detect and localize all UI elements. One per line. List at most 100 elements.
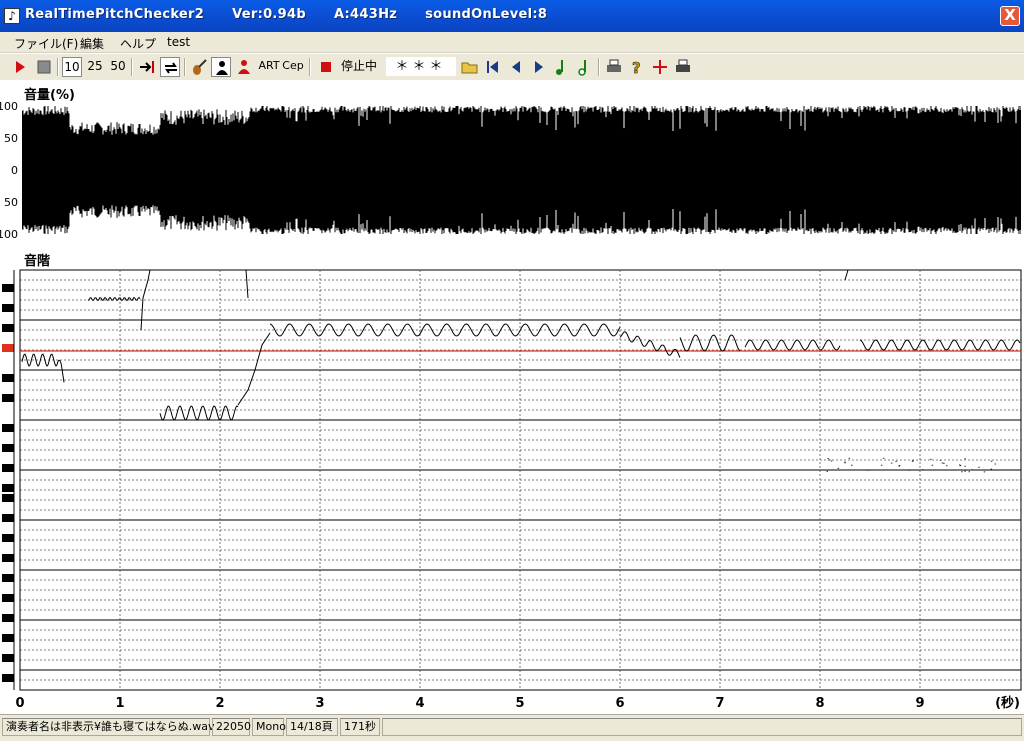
singer-red-button[interactable] bbox=[234, 57, 254, 77]
note-green-button[interactable] bbox=[552, 57, 572, 77]
active-piano-key bbox=[2, 344, 14, 352]
time-tick-label: 2 bbox=[215, 696, 224, 711]
folder-open-icon bbox=[461, 62, 478, 74]
loop-icon bbox=[165, 62, 177, 74]
app-icon: ♪ bbox=[4, 8, 20, 24]
piano-key bbox=[2, 614, 14, 622]
volume-tick-label: 50 bbox=[4, 132, 18, 145]
print-button[interactable] bbox=[604, 57, 624, 77]
title-a-frequency: A:443Hz bbox=[333, 7, 398, 22]
close-button[interactable]: X bbox=[1000, 6, 1020, 26]
piano-key bbox=[2, 534, 14, 542]
person-red-icon bbox=[238, 60, 250, 74]
jump-end-button[interactable] bbox=[137, 57, 157, 77]
music-note-icon bbox=[556, 60, 563, 75]
speed-50-button[interactable]: 50 bbox=[108, 57, 128, 77]
triangle-right-icon bbox=[535, 61, 543, 73]
music-note-outline-icon bbox=[578, 60, 586, 76]
violin-icon bbox=[193, 59, 207, 75]
piano-key bbox=[2, 424, 14, 432]
time-tick-label: 3 bbox=[315, 696, 324, 711]
loop-button[interactable] bbox=[160, 57, 180, 77]
help-button[interactable]: ? bbox=[627, 57, 647, 78]
time-tick-label: 8 bbox=[815, 696, 824, 711]
red-marker-icon bbox=[653, 60, 667, 74]
piano-key bbox=[2, 484, 14, 492]
play-icon bbox=[16, 61, 25, 73]
open-button[interactable] bbox=[460, 57, 480, 77]
title-app-name: RealTimePitchChecker2 bbox=[25, 7, 205, 22]
piano-key bbox=[2, 464, 14, 472]
piano-key bbox=[2, 494, 14, 502]
menu-bar: ファイル(F) 編集 ヘルプ test bbox=[0, 32, 1024, 52]
menu-test[interactable]: test bbox=[167, 35, 190, 49]
status-display: ＊＊＊ bbox=[386, 57, 456, 76]
marker-button[interactable] bbox=[650, 57, 670, 77]
graph-area: 音量(%) 音階 100 50 0 50 100 0 1 2 3 4 5 6 7 8 9 (秒) bbox=[0, 80, 1024, 714]
piano-key bbox=[2, 284, 14, 292]
piano-key bbox=[2, 514, 14, 522]
title-version: Ver:0.94b bbox=[232, 7, 306, 22]
piano-key bbox=[2, 554, 14, 562]
volume-waveform bbox=[22, 106, 1021, 234]
piano-key bbox=[2, 674, 14, 682]
stop-icon bbox=[37, 60, 51, 74]
stop-button[interactable] bbox=[34, 57, 54, 77]
volume-tick-label: 100 bbox=[0, 100, 18, 113]
printer-icon bbox=[676, 59, 690, 72]
printer-icon bbox=[607, 59, 621, 72]
time-tick-label: 7 bbox=[715, 696, 724, 711]
status-rate: 22050 bbox=[212, 718, 251, 736]
piano-key bbox=[2, 594, 14, 602]
art-button[interactable]: ART bbox=[258, 57, 280, 77]
status-duration: 171秒 bbox=[340, 718, 380, 736]
triangle-left-icon bbox=[512, 61, 520, 73]
svg-text:?: ? bbox=[632, 59, 641, 77]
time-axis-unit: (秒) bbox=[995, 695, 1020, 711]
toolbar: 10 25 50 ART Cep 停止中 ＊＊＊ ? bbox=[0, 53, 1024, 81]
speed-25-button[interactable]: 25 bbox=[85, 57, 105, 77]
piano-key bbox=[2, 394, 14, 402]
status-page: 14/18頁 bbox=[286, 718, 338, 736]
piano-key bbox=[2, 374, 14, 382]
status-channels: Mono bbox=[252, 718, 286, 736]
prev-page-button[interactable] bbox=[506, 57, 526, 77]
menu-file[interactable]: ファイル(F) bbox=[14, 35, 78, 52]
volume-tick-label: 50 bbox=[4, 196, 18, 209]
record-indicator[interactable] bbox=[316, 57, 336, 77]
piano-key bbox=[2, 324, 14, 332]
window-title: RealTimePitchChecker2 Ver:0.94b A:443Hz sou… bbox=[25, 7, 575, 22]
cep-button[interactable]: Cep bbox=[282, 57, 304, 77]
speed-10-button[interactable]: 10 bbox=[62, 57, 82, 77]
time-tick-label: 1 bbox=[115, 696, 124, 711]
piano-key bbox=[2, 444, 14, 452]
title-sound-level: soundOnLevel:8 bbox=[425, 7, 548, 22]
singer-button[interactable] bbox=[211, 57, 231, 77]
state-label: 停止中 bbox=[340, 59, 377, 73]
time-tick-label: 0 bbox=[15, 696, 24, 711]
piano-key bbox=[2, 654, 14, 662]
graph-canvas[interactable]: 100 50 0 50 100 0 1 2 3 4 5 6 7 8 9 (秒) bbox=[0, 80, 1024, 714]
time-tick-label: 6 bbox=[615, 696, 624, 711]
skip-back-icon bbox=[487, 61, 498, 73]
menu-edit[interactable]: 編集 bbox=[80, 35, 104, 52]
title-bar: ♪ RealTimePitchChecker2 Ver:0.94b A:443Hz s… bbox=[0, 0, 1024, 32]
piano-key bbox=[2, 574, 14, 582]
time-tick-label: 9 bbox=[915, 696, 924, 711]
volume-tick-label: 0 bbox=[11, 164, 18, 177]
first-page-button[interactable] bbox=[483, 57, 503, 77]
next-page-button[interactable] bbox=[529, 57, 549, 77]
violin-button[interactable] bbox=[189, 57, 209, 77]
red-square-icon bbox=[321, 62, 331, 72]
play-button[interactable] bbox=[10, 57, 30, 77]
piano-key bbox=[2, 304, 14, 312]
piano-key bbox=[2, 634, 14, 642]
volume-tick-label: 100 bbox=[0, 228, 18, 241]
question-mark-icon: ? bbox=[632, 59, 641, 78]
menu-help[interactable]: ヘルプ bbox=[120, 35, 156, 52]
status-file: 演奏者名は非表示¥誰も寝てはならぬ.wav bbox=[2, 718, 215, 736]
status-empty bbox=[382, 718, 1022, 736]
note-outline-button[interactable] bbox=[575, 57, 595, 77]
print-setup-button[interactable] bbox=[673, 57, 693, 77]
time-tick-label: 5 bbox=[515, 696, 524, 711]
